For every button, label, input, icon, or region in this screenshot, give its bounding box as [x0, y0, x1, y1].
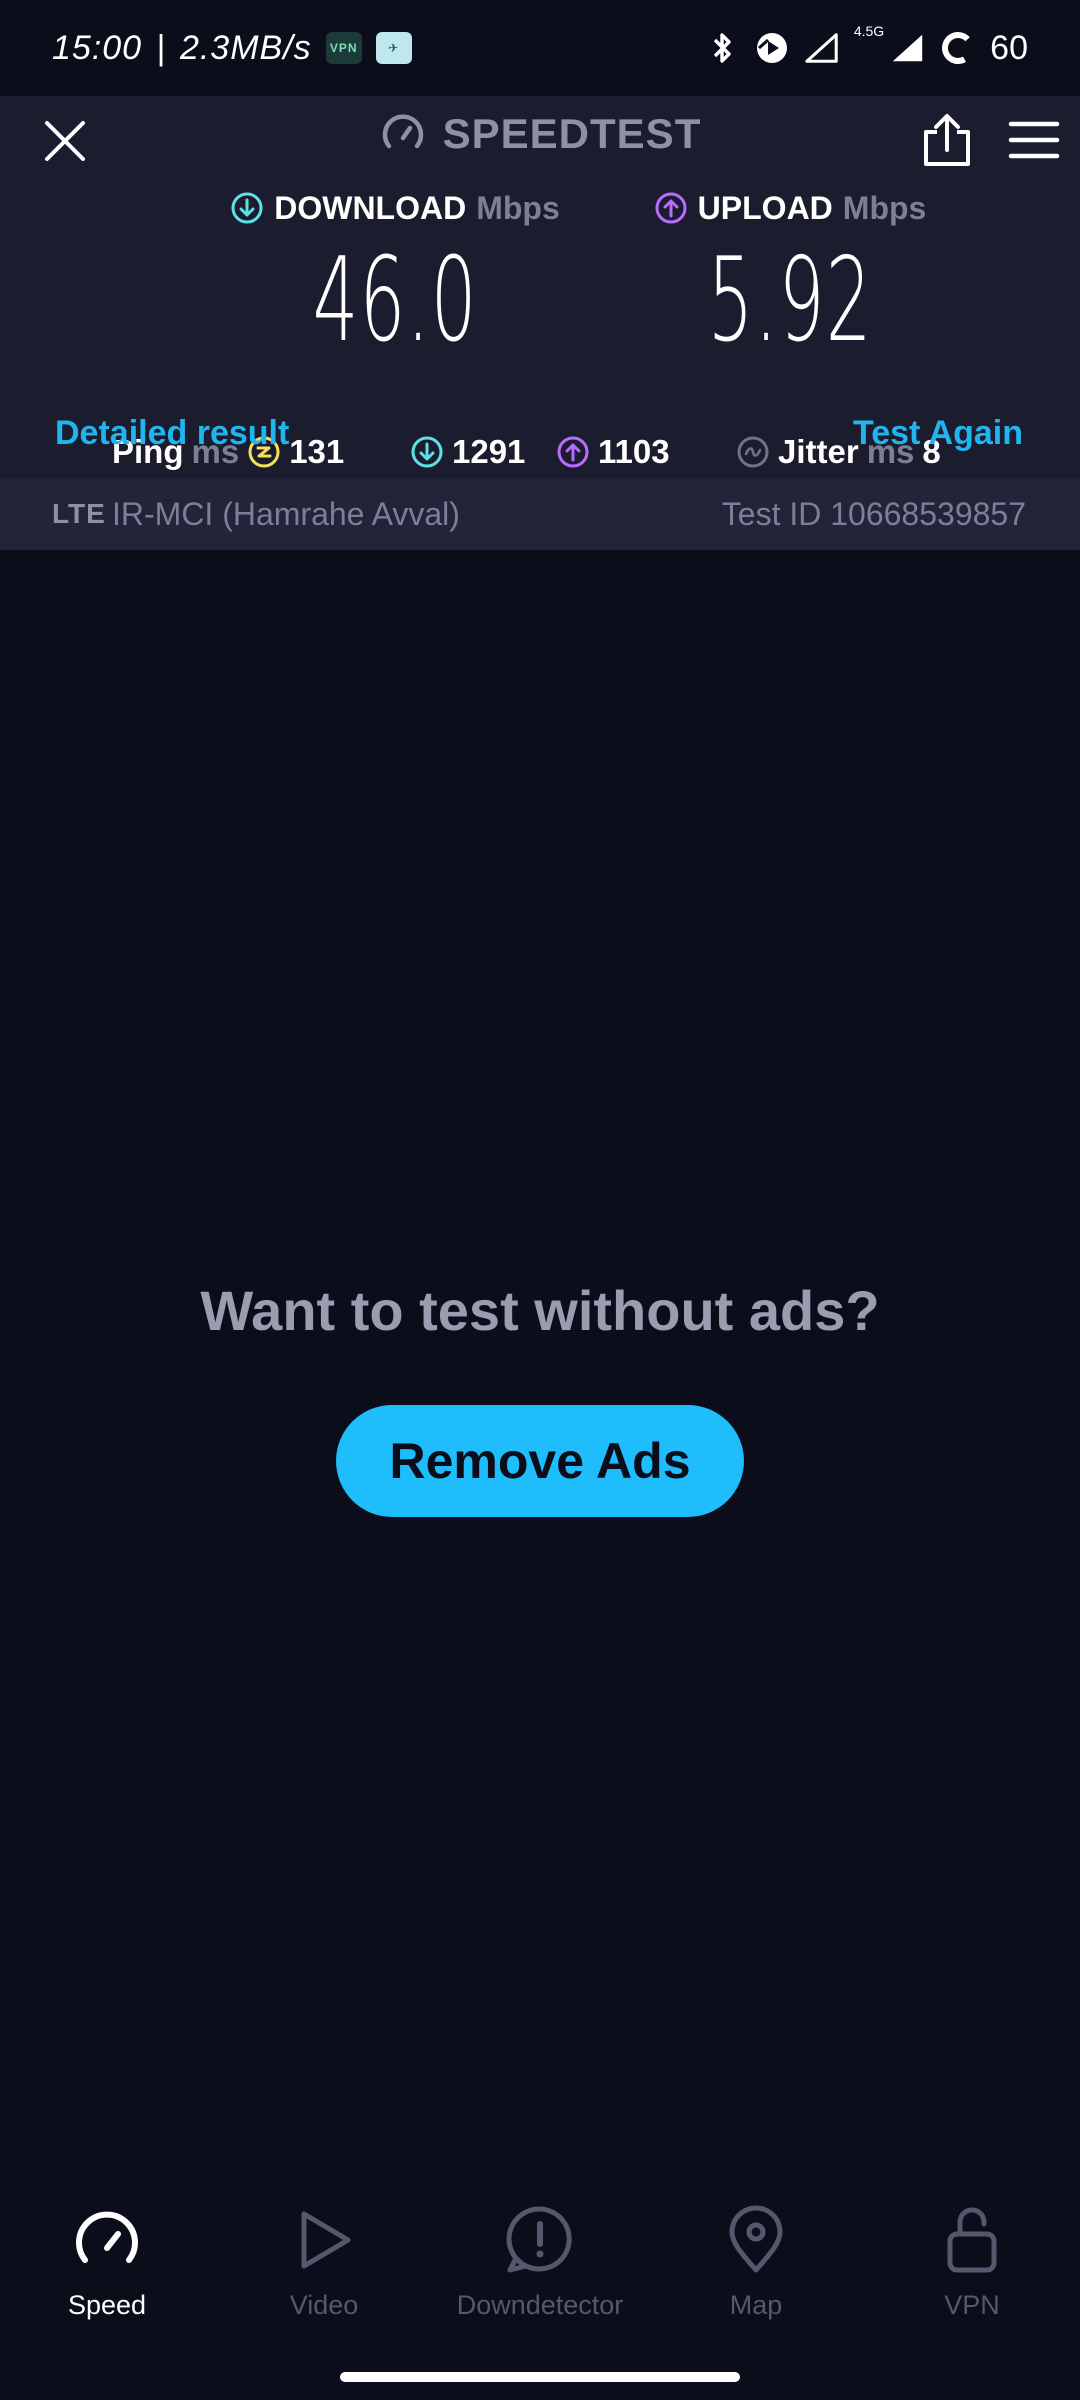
signal-full-icon	[890, 30, 926, 66]
detailed-result-link[interactable]: Detailed result	[55, 414, 289, 453]
nav-item-downdetector[interactable]: Downdetector	[440, 2200, 640, 2340]
nav-label-video: Video	[289, 2290, 359, 2320]
connection-info: LTE IR-MCI (Hamrahe Avval) Test ID 10668…	[0, 478, 1080, 550]
network-type: 4.5G	[853, 22, 885, 39]
upload-result: UPLOAD Mbps 5.92	[590, 184, 990, 366]
test-again-link[interactable]: Test Again	[853, 414, 1023, 453]
signal-empty-icon	[804, 30, 840, 66]
top-bar: SPEEDTEST	[0, 96, 1080, 184]
nav-label-map: Map	[729, 2290, 783, 2320]
unlock-icon	[932, 2200, 1012, 2280]
home-indicator[interactable]	[340, 2372, 740, 2382]
status-separator: |	[156, 28, 166, 67]
share-button[interactable]	[920, 112, 974, 168]
upload-arrow-icon	[655, 192, 687, 224]
play-icon	[284, 2200, 364, 2280]
promo-title: Want to test without ads?	[200, 1279, 880, 1342]
nav-label-speed: Speed	[67, 2290, 147, 2320]
media-icon	[754, 30, 790, 66]
app-title: SPEEDTEST	[0, 110, 1080, 158]
connection-type-badge: LTE	[52, 498, 106, 529]
menu-button[interactable]	[1008, 118, 1060, 162]
download-value: 46.0	[312, 233, 478, 368]
nav-label-downdetector: Downdetector	[456, 2290, 624, 2320]
download-arrow-icon	[231, 192, 263, 224]
download-header: DOWNLOAD Mbps	[230, 184, 560, 232]
bottom-navigation: Speed Video Downdetector Map VPN	[0, 2200, 1080, 2360]
speedometer-icon	[67, 2200, 147, 2280]
nav-item-vpn[interactable]: VPN	[872, 2200, 1072, 2340]
app-title-text: SPEEDTEST	[442, 110, 702, 157]
bluetooth-icon	[704, 30, 740, 66]
telegram-app-icon: ✈	[375, 32, 412, 64]
status-right: 4.5G 60	[704, 23, 1028, 68]
map-pin-icon	[716, 2200, 796, 2280]
speedometer-icon	[382, 114, 423, 149]
upload-header: UPLOAD Mbps	[654, 184, 927, 232]
status-net-speed: 2.3MB/s	[179, 28, 312, 67]
hamburger-icon	[1008, 121, 1060, 159]
alert-icon	[500, 2200, 580, 2280]
share-icon	[924, 114, 970, 166]
vpn-app-icon: VPN	[325, 32, 362, 64]
result-links: Detailed result Test Again	[0, 414, 1080, 464]
speed-results: DOWNLOAD Mbps 46.0 UPLOAD Mbps 5.92 Ping…	[0, 184, 1080, 471]
nav-item-speed[interactable]: Speed	[7, 2200, 207, 2340]
download-unit: Mbps	[476, 189, 560, 226]
upload-value: 5.92	[707, 233, 873, 368]
result-panel: SPEEDTEST DOWNLOAD Mbps 46.0 UPLOAD Mbps…	[0, 96, 1080, 550]
upload-label: UPLOAD	[697, 189, 833, 226]
remove-ads-button[interactable]: Remove Ads	[336, 1405, 744, 1517]
status-time: 15:00	[52, 28, 143, 67]
download-label: DOWNLOAD	[274, 189, 467, 226]
nav-item-map[interactable]: Map	[656, 2200, 856, 2340]
nav-item-video[interactable]: Video	[224, 2200, 424, 2340]
upload-unit: Mbps	[842, 189, 927, 226]
battery-level: 60	[990, 28, 1028, 67]
status-bar: 15:00 | 2.3MB/s VPN ✈ 4.5G 60	[0, 0, 1080, 96]
status-left: 15:00 | 2.3MB/s VPN ✈	[52, 29, 412, 68]
battery-ring-icon	[940, 30, 976, 66]
download-result: DOWNLOAD Mbps 46.0	[195, 184, 595, 366]
nav-label-vpn: VPN	[944, 2290, 1000, 2320]
test-id: Test ID 10668539857	[721, 496, 1026, 532]
carrier-name: IR-MCI (Hamrahe Avval)	[112, 496, 460, 532]
